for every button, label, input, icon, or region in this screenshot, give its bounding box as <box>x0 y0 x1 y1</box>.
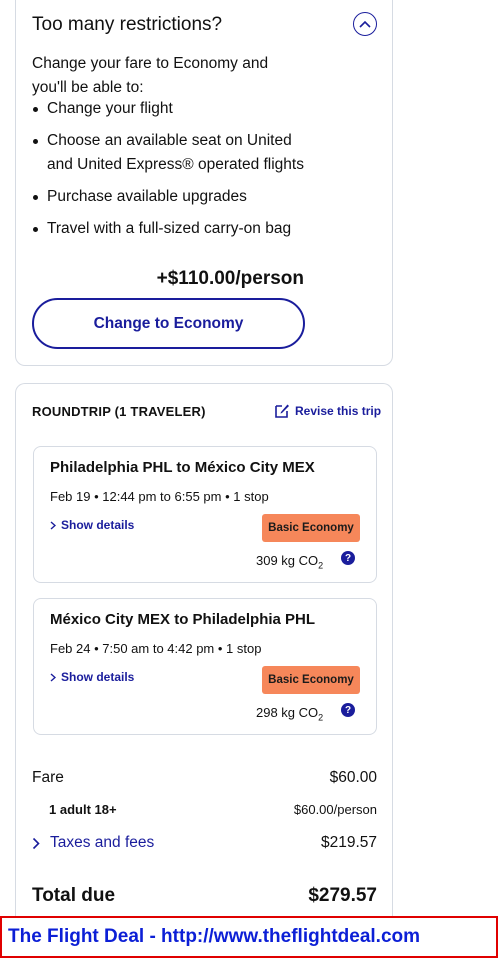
benefit-item: Choose an available seat on United and U… <box>32 129 312 177</box>
chevron-right-icon <box>32 837 40 849</box>
benefits-list: Change your flight Choose an available s… <box>32 97 312 249</box>
revise-trip-label: Revise this trip <box>295 403 382 418</box>
fare-label: Fare <box>32 769 64 786</box>
show-details-link[interactable]: Show details <box>50 670 134 684</box>
fare-value: $60.00 <box>329 769 377 786</box>
chevron-up-icon <box>359 20 371 28</box>
help-icon[interactable]: ? <box>341 703 355 717</box>
upgrade-price: +$110.00/person <box>156 268 304 289</box>
restrictions-intro: Change your fare to Economy and you'll b… <box>32 55 269 96</box>
revise-trip-link[interactable]: Revise this trip <box>274 402 381 419</box>
adult-row: 1 adult 18+ $60.00/person <box>32 802 377 817</box>
benefit-item: Travel with a full-sized carry-on bag <box>32 217 312 241</box>
roundtrip-label: ROUNDTRIP (1 TRAVELER) <box>32 404 206 419</box>
chevron-right-icon <box>50 672 56 682</box>
show-details-link[interactable]: Show details <box>50 518 134 532</box>
taxes-label: Taxes and fees <box>50 834 155 851</box>
benefit-item: Purchase available upgrades <box>32 185 312 209</box>
fare-class-badge: Basic Economy <box>262 514 360 542</box>
taxes-value: $219.57 <box>320 834 377 851</box>
watermark-banner: The Flight Deal - http://www.theflightde… <box>0 916 498 958</box>
edit-icon <box>275 404 289 418</box>
taxes-row: Taxes and fees $219.57 <box>32 834 377 852</box>
total-value: $279.57 <box>308 885 377 906</box>
co2-subscript: 2 <box>318 560 324 571</box>
segment-time: Feb 24 • 7:50 am to 4:42 pm • 1 stop <box>50 641 262 656</box>
trip-summary-card: ROUNDTRIP (1 TRAVELER) Revise this trip … <box>15 383 393 943</box>
co2-value: 298 kg CO <box>256 705 319 720</box>
fare-row: Fare $60.00 <box>32 769 377 787</box>
segment-route: México City MEX to Philadelphia PHL <box>50 611 316 628</box>
restrictions-title: Too many restrictions? <box>32 14 223 35</box>
segment-time: Feb 19 • 12:44 pm to 6:55 pm • 1 stop <box>50 489 269 504</box>
collapse-button[interactable] <box>353 12 377 36</box>
show-details-label: Show details <box>61 518 135 532</box>
restrictions-card: Too many restrictions? Change your fare … <box>15 0 393 366</box>
flight-segment: Philadelphia PHL to México City MEX Feb … <box>33 446 377 583</box>
adult-value: $60.00/person <box>293 802 377 817</box>
total-label: Total due <box>32 885 116 906</box>
co2-subscript: 2 <box>318 712 324 723</box>
help-icon[interactable]: ? <box>341 551 355 565</box>
chevron-right-icon <box>50 520 56 530</box>
co2-emissions: 309 kg CO2 <box>256 553 323 571</box>
co2-emissions: 298 kg CO2 <box>256 705 323 723</box>
show-details-label: Show details <box>61 670 135 684</box>
taxes-link[interactable]: Taxes and fees <box>32 834 154 852</box>
total-row: Total due $279.57 <box>32 885 377 907</box>
flight-segment: México City MEX to Philadelphia PHL Feb … <box>33 598 377 735</box>
benefit-item: Change your flight <box>32 97 312 121</box>
change-to-economy-button[interactable]: Change to Economy <box>32 298 305 349</box>
banner-text: The Flight Deal - http://www.theflightde… <box>8 926 421 947</box>
segment-route: Philadelphia PHL to México City MEX <box>50 459 315 476</box>
adult-label: 1 adult 18+ <box>49 802 117 817</box>
co2-value: 309 kg CO <box>256 553 319 568</box>
fare-class-badge: Basic Economy <box>262 666 360 694</box>
